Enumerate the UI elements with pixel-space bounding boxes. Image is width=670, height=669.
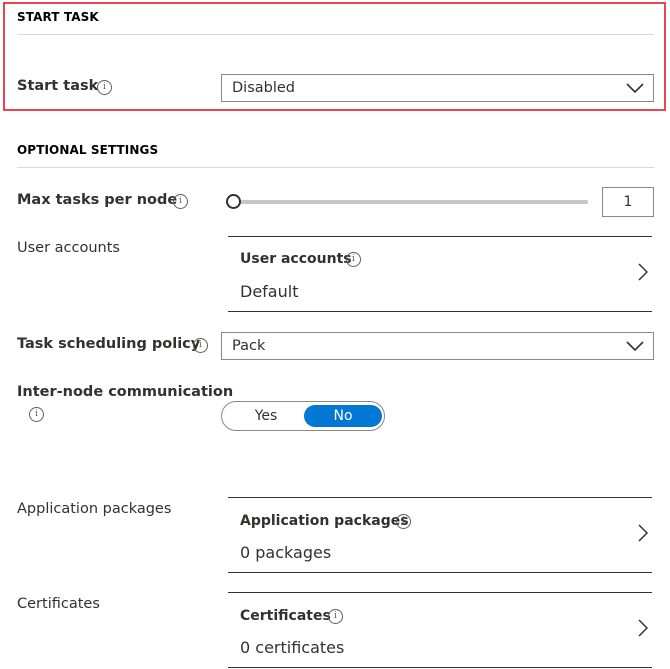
- start-task-dropdown-value: Disabled: [232, 80, 295, 96]
- info-icon[interactable]: i: [346, 252, 361, 267]
- max-tasks-input[interactable]: 1: [602, 187, 654, 217]
- max-tasks-label: Max tasks per node: [17, 192, 178, 208]
- app-packages-blade-title: Application packages: [240, 513, 409, 529]
- start-task-section-title: START TASK: [17, 10, 99, 24]
- user-accounts-blade-value: Default: [240, 282, 299, 301]
- chevron-down-icon: [626, 341, 644, 352]
- start-task-dropdown[interactable]: Disabled: [221, 74, 654, 102]
- max-tasks-slider-track[interactable]: [230, 200, 588, 204]
- app-packages-label: Application packages: [17, 501, 172, 517]
- task-scheduling-label: Task scheduling policy: [17, 336, 201, 352]
- user-accounts-blade[interactable]: User accounts i Default: [228, 236, 652, 312]
- task-scheduling-dropdown[interactable]: Pack: [221, 332, 654, 360]
- info-icon[interactable]: i: [97, 80, 112, 95]
- user-accounts-blade-title: User accounts: [240, 251, 352, 267]
- info-icon[interactable]: i: [29, 407, 44, 422]
- info-icon[interactable]: i: [396, 514, 411, 529]
- optional-settings-section-title: OPTIONAL SETTINGS: [17, 143, 159, 157]
- app-packages-blade[interactable]: Application packages i 0 packages: [228, 497, 652, 573]
- info-icon[interactable]: i: [328, 609, 343, 624]
- certificates-blade-title: Certificates: [240, 608, 331, 624]
- start-task-label: Start task: [17, 78, 99, 94]
- info-icon[interactable]: i: [193, 338, 208, 353]
- app-packages-blade-value: 0 packages: [240, 543, 332, 562]
- inter-node-no-option[interactable]: No: [304, 405, 382, 427]
- inter-node-label: Inter-node communication: [17, 384, 234, 400]
- chevron-down-icon: [626, 83, 644, 94]
- chevron-right-icon: [638, 619, 648, 637]
- info-icon[interactable]: i: [173, 194, 188, 209]
- optional-settings-divider: [17, 167, 654, 168]
- certificates-blade[interactable]: Certificates i 0 certificates: [228, 592, 652, 668]
- task-scheduling-dropdown-value: Pack: [232, 338, 266, 354]
- chevron-right-icon: [638, 263, 648, 281]
- chevron-right-icon: [638, 524, 648, 542]
- start-task-divider: [17, 34, 654, 35]
- certificates-label: Certificates: [17, 596, 100, 612]
- user-accounts-label: User accounts: [17, 240, 120, 256]
- inter-node-toggle[interactable]: Yes No: [221, 401, 385, 431]
- inter-node-yes-option[interactable]: Yes: [226, 405, 306, 427]
- certificates-blade-value: 0 certificates: [240, 638, 345, 657]
- max-tasks-slider-thumb[interactable]: [226, 194, 241, 209]
